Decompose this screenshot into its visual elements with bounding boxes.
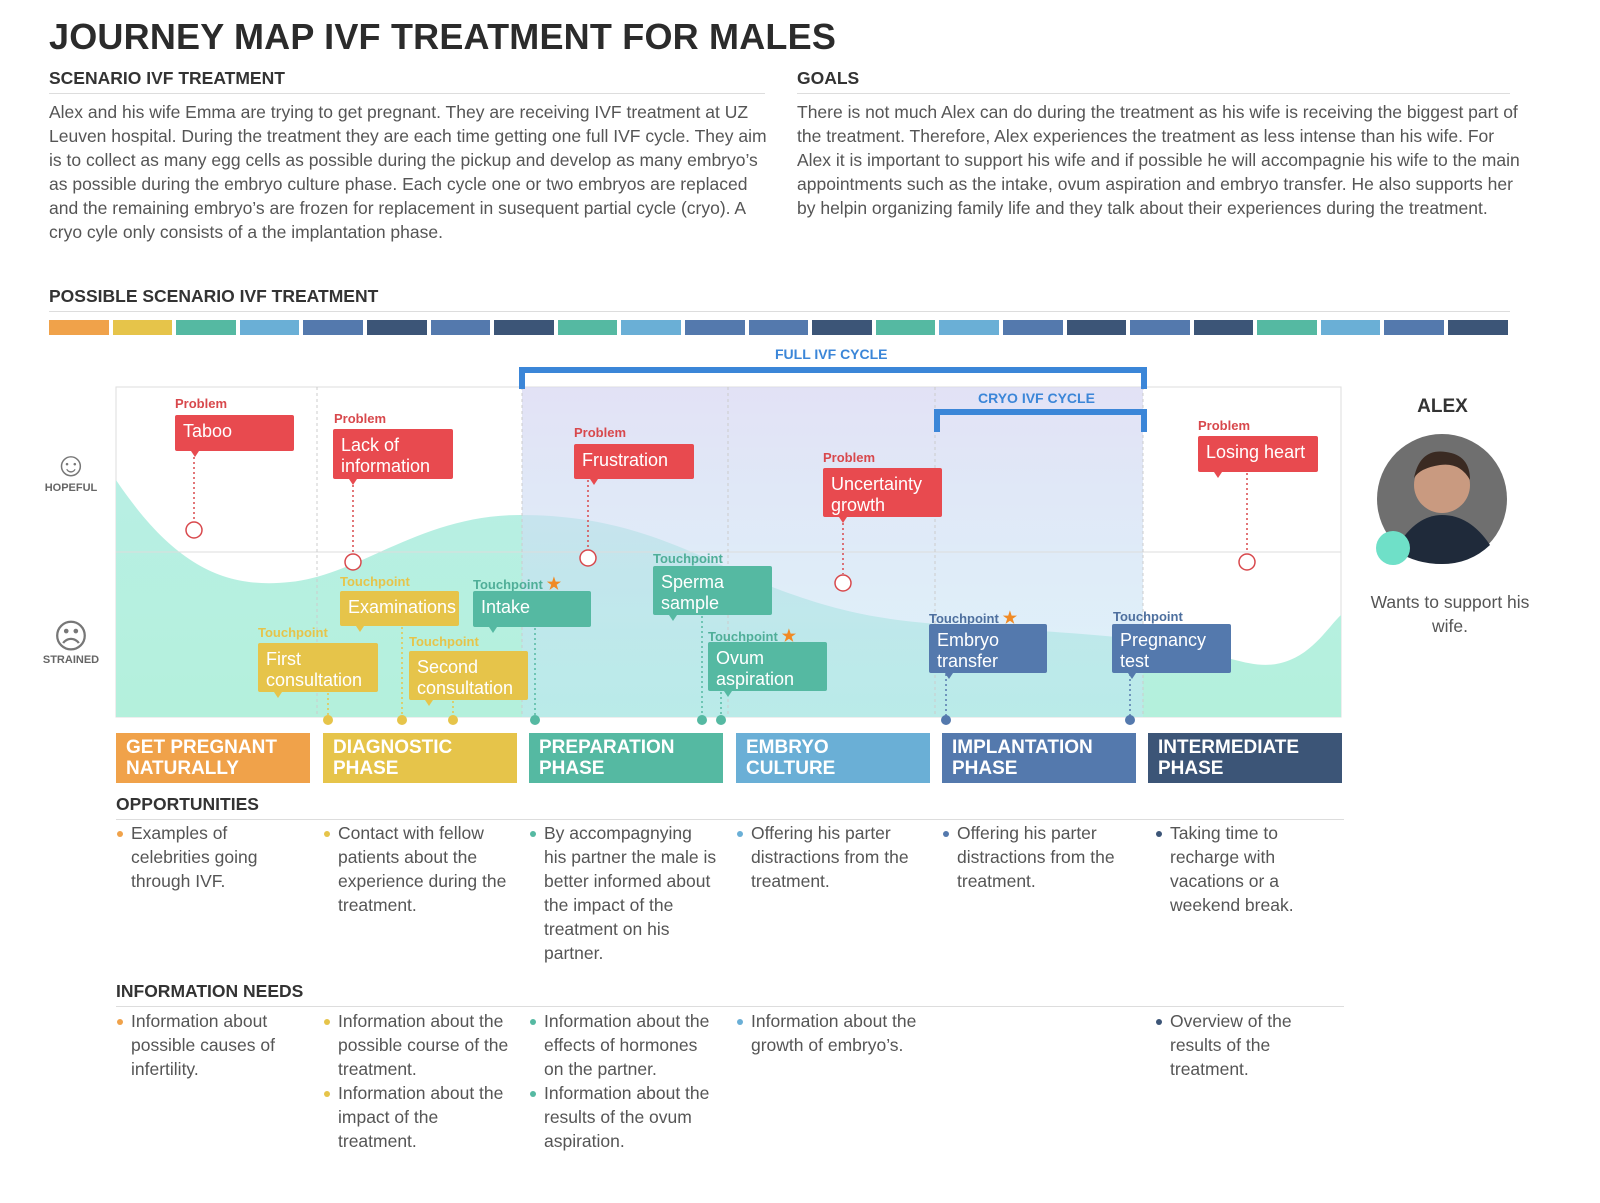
touchpoint-dot	[530, 715, 540, 725]
touchpoint-pregnancy-test: Pregnancy test	[1112, 624, 1231, 679]
persona-quote: Wants to support his wife.	[1370, 592, 1530, 636]
opportunity-item: Offering his parter distractions from th…	[942, 821, 1132, 893]
touchpoint-dot	[323, 715, 333, 725]
problem-label: Problem	[175, 396, 228, 411]
touchpoint-label: Touchpoint	[409, 634, 479, 649]
problem-card-frustration: Frustration	[574, 444, 694, 485]
problem-marker	[185, 521, 203, 539]
opportunity-column: Offering his parter distractions from th…	[736, 821, 926, 893]
phase-get-pregnant-naturally: GET PREGNANT NATURALLY	[116, 733, 310, 783]
phase-preparation: PREPARATION PHASE	[529, 733, 723, 783]
problem-marker	[344, 553, 362, 571]
phase-embryo-culture: EMBRYO CULTURE	[736, 733, 930, 783]
touchpoint-ovum-aspiration: Ovum aspiration	[708, 642, 827, 697]
touchpoint-dot	[448, 715, 458, 725]
full-cycle-bracket	[519, 367, 1147, 389]
information-need-column: Information about the possible course of…	[323, 1009, 513, 1153]
opportunity-column: Examples of celebrities going through IV…	[116, 821, 306, 893]
opportunity-column: Offering his parter distractions from th…	[942, 821, 1132, 893]
opportunity-item: By accompagnying his partner the male is…	[529, 821, 719, 965]
information-need-item: Information about possible causes of inf…	[116, 1009, 306, 1081]
touchpoint-label: Touchpoint	[258, 625, 328, 640]
problem-label: Problem	[823, 450, 876, 465]
touchpoint-label-text: Touchpoint	[473, 577, 543, 592]
information-need-item: Information about the results of the ovu…	[529, 1081, 719, 1153]
problem-marker	[834, 574, 852, 592]
touchpoint-label: Touchpoint	[340, 574, 410, 589]
information-need-column: Overview of the results of the treatment…	[1155, 1009, 1345, 1081]
touchpoint-first-consultation: First consultation	[258, 643, 378, 698]
opportunity-column: By accompagnying his partner the male is…	[529, 821, 719, 965]
information-need-column: Information about the effects of hormone…	[529, 1009, 719, 1153]
problem-marker	[579, 549, 597, 567]
sad-face-icon: ☹	[53, 618, 89, 656]
touchpoint-dot	[1125, 715, 1135, 725]
problem-card-lack-of-information: Lack of information	[333, 429, 453, 485]
strained-label: STRAINED	[42, 654, 100, 666]
touchpoint-second-consultation: Second consultation	[409, 651, 528, 706]
touchpoint-intake: Intake	[473, 591, 591, 633]
information-need-item: Information about the effects of hormone…	[529, 1009, 719, 1081]
hopeful-label: HOPEFUL	[44, 482, 98, 494]
full-cycle-label: FULL IVF CYCLE	[775, 346, 888, 362]
opportunity-column: Contact with fellow patients about the e…	[323, 821, 513, 917]
persona-photo	[1376, 434, 1507, 565]
persona-name: ALEX	[1417, 396, 1468, 417]
information-need-item: Information about the impact of the trea…	[323, 1081, 513, 1153]
opportunity-column: Taking time to recharge with vacations o…	[1155, 821, 1345, 917]
problem-label: Problem	[334, 411, 387, 426]
persona-status-dot	[1376, 531, 1410, 565]
touchpoint-label: Touchpoint	[1113, 609, 1183, 624]
opportunity-item: Examples of celebrities going through IV…	[116, 821, 306, 893]
problem-card-taboo: Taboo	[175, 415, 294, 457]
touchpoint-label: Touchpoint	[653, 551, 723, 566]
phase-diagnostic: DIAGNOSTIC PHASE	[323, 733, 517, 783]
information-need-item: Overview of the results of the treatment…	[1155, 1009, 1345, 1081]
cryo-cycle-label: CRYO IVF CYCLE	[978, 390, 1095, 406]
information-need-column: Information about the growth of embryo’s…	[736, 1009, 926, 1057]
hopeful-indicator: ☺ HOPEFUL	[36, 448, 106, 494]
touchpoint-dot	[716, 715, 726, 725]
smiley-face-icon: ☺	[53, 446, 89, 484]
touchpoint-sperma-sample: Sperma sample	[653, 566, 772, 621]
opportunity-item: Offering his parter distractions from th…	[736, 821, 926, 893]
information-need-item: Information about the growth of embryo’s…	[736, 1009, 926, 1057]
touchpoint-dot	[397, 715, 407, 725]
information-need-column: Information about possible causes of inf…	[116, 1009, 306, 1081]
touchpoint-dot	[941, 715, 951, 725]
phase-implantation: IMPLANTATION PHASE	[942, 733, 1136, 783]
touchpoint-examinations: Examinations	[340, 591, 459, 632]
problem-marker	[1238, 553, 1256, 571]
opportunities-heading: OPPORTUNITIES	[116, 794, 1344, 820]
information-need-item: Information about the possible course of…	[323, 1009, 513, 1081]
problem-label: Problem	[1198, 418, 1251, 433]
opportunity-item: Taking time to recharge with vacations o…	[1155, 821, 1345, 917]
strained-indicator: ☹ STRAINED	[36, 620, 106, 666]
information-needs-heading: INFORMATION NEEDS	[116, 981, 1344, 1007]
touchpoint-embryo-transfer: Embryo transfer	[929, 624, 1047, 679]
touchpoint-dot	[697, 715, 707, 725]
opportunity-item: Contact with fellow patients about the e…	[323, 821, 513, 917]
problem-card-losing-heart: Losing heart	[1198, 436, 1318, 478]
problem-card-uncertainty-growth: Uncertainty growth	[823, 468, 942, 523]
phase-intermediate: INTERMEDIATE PHASE	[1148, 733, 1342, 783]
problem-label: Problem	[574, 425, 627, 440]
